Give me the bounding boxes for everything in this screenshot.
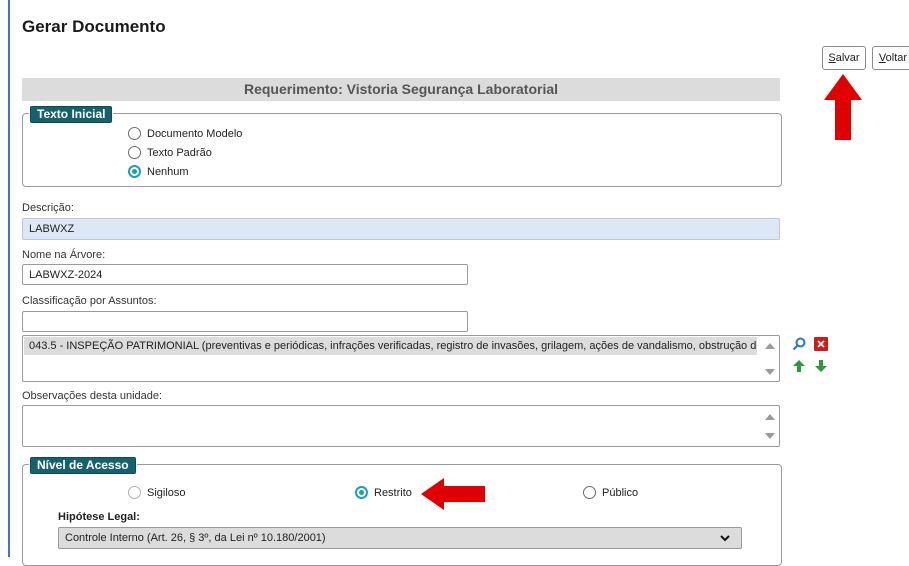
radio-label: Restrito: [374, 486, 412, 499]
scroll-up-icon[interactable]: [765, 343, 775, 349]
scroll-down-icon[interactable]: [765, 369, 775, 375]
assunto-item[interactable]: 043.5 - INSPEÇÃO PATRIMONIAL (preventiva…: [24, 337, 757, 355]
radio-circle[interactable]: [583, 486, 596, 499]
nivel-acesso-legend: Nível de Acesso: [30, 457, 136, 474]
radio-circle[interactable]: [355, 486, 368, 499]
radio-publico[interactable]: Público: [583, 486, 638, 499]
radio-restrito[interactable]: Restrito: [355, 486, 412, 499]
save-button[interactable]: Salvar: [822, 46, 866, 70]
radio-nenhum[interactable]: Nenhum: [128, 165, 189, 178]
save-accesskey: S: [828, 52, 836, 64]
save-label-rest: alvar: [835, 52, 860, 64]
frame-border: [8, 0, 10, 557]
radio-circle[interactable]: [128, 127, 141, 140]
annotation-arrow-up: [824, 74, 862, 140]
back-accesskey: V: [878, 52, 886, 64]
nome-arvore-label: Nome na Árvore:: [22, 249, 106, 261]
observacoes-label: Observações desta unidade:: [22, 390, 163, 402]
radio-circle[interactable]: [128, 146, 141, 159]
descricao-label: Descrição:: [22, 202, 74, 214]
scroll-up-icon[interactable]: [765, 414, 775, 420]
radio-sigiloso[interactable]: Sigiloso: [128, 486, 186, 499]
descricao-input[interactable]: LABWXZ: [22, 218, 780, 240]
observacoes-textarea[interactable]: [22, 405, 780, 447]
radio-circle[interactable]: [128, 486, 141, 499]
radio-label: Nenhum: [147, 165, 189, 178]
radio-circle[interactable]: [128, 165, 141, 178]
chevron-down-icon: [720, 535, 730, 542]
search-icon[interactable]: [792, 337, 806, 351]
assuntos-list[interactable]: 043.5 - INSPEÇÃO PATRIMONIAL (preventiva…: [22, 335, 780, 382]
hipotese-legal-label: Hipótese Legal:: [58, 511, 140, 523]
radio-label: Público: [602, 486, 639, 499]
remove-icon[interactable]: [814, 337, 828, 351]
document-type-banner: Requerimento: Vistoria Segurança Laborat…: [22, 78, 780, 101]
back-button[interactable]: Voltar: [872, 46, 909, 70]
back-label-rest: oltar: [885, 52, 908, 64]
radio-documento-modelo[interactable]: Documento Modelo: [128, 127, 242, 140]
radio-texto-padrao[interactable]: Texto Padrão: [128, 146, 212, 159]
annotation-arrow-left: [421, 478, 485, 510]
page-title: Gerar Documento: [22, 17, 166, 36]
classificacao-search-input[interactable]: [22, 311, 468, 332]
scroll-down-icon[interactable]: [765, 433, 775, 439]
hipotese-legal-value: Controle Interno (Art. 26, § 3º, da Lei …: [65, 532, 326, 544]
radio-label: Sigiloso: [147, 486, 186, 499]
move-down-icon[interactable]: [814, 359, 828, 373]
texto-inicial-legend: Texto Inicial: [30, 106, 113, 123]
classificacao-label: Classificação por Assuntos:: [22, 295, 157, 307]
hipotese-legal-select[interactable]: Controle Interno (Art. 26, § 3º, da Lei …: [58, 527, 742, 549]
radio-label: Documento Modelo: [147, 127, 243, 140]
move-up-icon[interactable]: [792, 359, 806, 373]
radio-label: Texto Padrão: [147, 146, 212, 159]
nome-arvore-input[interactable]: LABWXZ-2024: [22, 264, 468, 285]
